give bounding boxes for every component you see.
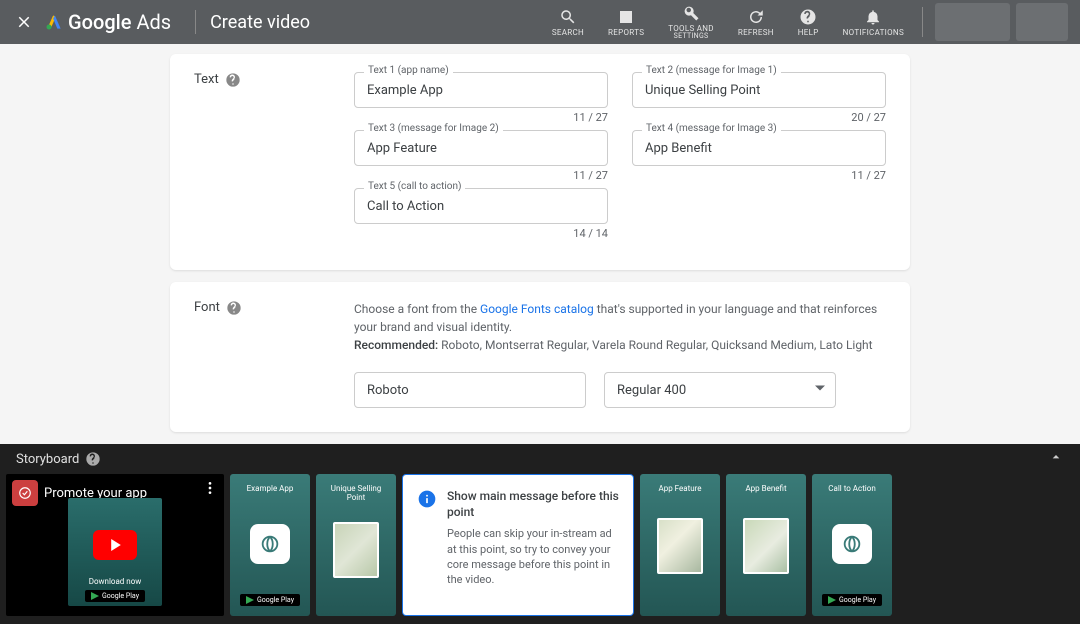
text5-counter: 14 / 14 — [354, 227, 608, 240]
text5-input[interactable] — [354, 188, 608, 224]
font-name-input[interactable] — [354, 372, 586, 408]
text2-input[interactable] — [632, 72, 886, 108]
storyboard-frame-1[interactable]: Example App Google Play — [230, 474, 310, 616]
text2-label: Text 2 (message for Image 1) — [642, 65, 781, 76]
frame-image — [333, 522, 379, 578]
google-fonts-link[interactable]: Google Fonts catalog — [480, 302, 594, 316]
user-avatar[interactable] — [1016, 3, 1068, 41]
frame-image — [743, 518, 789, 574]
text4-input[interactable] — [632, 130, 886, 166]
search-action[interactable]: SEARCH — [552, 8, 584, 37]
text4-counter: 11 / 27 — [632, 169, 886, 182]
text4-label: Text 4 (message for Image 3) — [642, 123, 781, 134]
refresh-icon — [747, 8, 765, 26]
play-video-button[interactable] — [93, 530, 137, 560]
video-menu-button[interactable] — [202, 480, 218, 500]
tools-settings-action[interactable]: TOOLS ANDSETTINGS — [668, 4, 714, 40]
download-label: Download now — [89, 577, 142, 586]
info-icon — [417, 489, 437, 603]
font-weight-select[interactable]: Regular 400 — [604, 372, 836, 408]
help-icon[interactable] — [225, 72, 241, 88]
ads-logo-icon — [44, 12, 64, 32]
info-title: Show main message before this point — [447, 489, 619, 520]
refresh-action[interactable]: REFRESH — [738, 8, 774, 37]
logo-google-text: Google — [68, 10, 131, 34]
google-ads-logo: Google Ads — [44, 10, 171, 34]
text5-label: Text 5 (call to action) — [364, 181, 465, 192]
storyboard-panel: Storyboard Promote your app Download now… — [0, 444, 1080, 624]
chevron-up-icon — [1048, 449, 1064, 465]
search-icon — [559, 8, 577, 26]
vertical-divider — [195, 10, 196, 34]
app-icon — [832, 524, 872, 564]
storyboard-frame-4[interactable]: App Benefit — [726, 474, 806, 616]
info-body: People can skip your in-stream ad at thi… — [447, 526, 619, 588]
text-section-label: Text — [194, 72, 219, 87]
text1-input[interactable] — [354, 72, 608, 108]
help-action[interactable]: HELP — [798, 8, 819, 37]
app-badge-icon — [12, 480, 38, 506]
collapse-storyboard-button[interactable] — [1048, 449, 1064, 469]
google-play-badge: Google Play — [822, 594, 882, 606]
notifications-action[interactable]: NOTIFICATIONS — [843, 8, 904, 37]
font-section-label: Font — [194, 300, 220, 315]
midpoint-info-card: Show main message before this point Peop… — [402, 474, 634, 616]
bell-icon — [864, 8, 882, 26]
chevron-down-icon — [815, 383, 825, 398]
storyboard-frame-2[interactable]: Unique Selling Point — [316, 474, 396, 616]
font-panel: Font Choose a font from the Google Fonts… — [170, 282, 910, 432]
frame-image — [657, 518, 703, 574]
text-panel: Text Text 1 (app name) 11 / 27 Text 2 (m… — [170, 54, 910, 270]
storyboard-label: Storyboard — [16, 452, 79, 467]
page-title: Create video — [210, 12, 310, 33]
text3-input[interactable] — [354, 130, 608, 166]
text1-label: Text 1 (app name) — [364, 65, 453, 76]
app-icon — [250, 524, 290, 564]
play-icon — [110, 539, 122, 551]
preview-video-thumbnail[interactable]: Promote your app Download now Google Pla… — [6, 474, 224, 616]
kebab-icon — [202, 480, 218, 496]
reports-icon — [617, 8, 635, 26]
text3-label: Text 3 (message for Image 2) — [364, 123, 503, 134]
close-icon — [15, 13, 33, 31]
storyboard-frame-5[interactable]: Call to Action Google Play — [812, 474, 892, 616]
storyboard-frame-3[interactable]: App Feature — [640, 474, 720, 616]
help-icon — [799, 8, 817, 26]
help-icon[interactable] — [85, 451, 101, 467]
wrench-icon — [682, 4, 700, 22]
help-icon[interactable] — [226, 300, 242, 316]
logo-ads-text: Ads — [136, 10, 171, 34]
vertical-divider — [922, 7, 923, 37]
font-description: Choose a font from the Google Fonts cata… — [354, 300, 886, 354]
account-switcher[interactable] — [935, 3, 1010, 41]
reports-action[interactable]: REPORTS — [608, 8, 644, 37]
close-button[interactable] — [12, 10, 36, 34]
google-play-badge: Google Play — [85, 590, 145, 602]
google-play-badge: Google Play — [240, 594, 300, 606]
